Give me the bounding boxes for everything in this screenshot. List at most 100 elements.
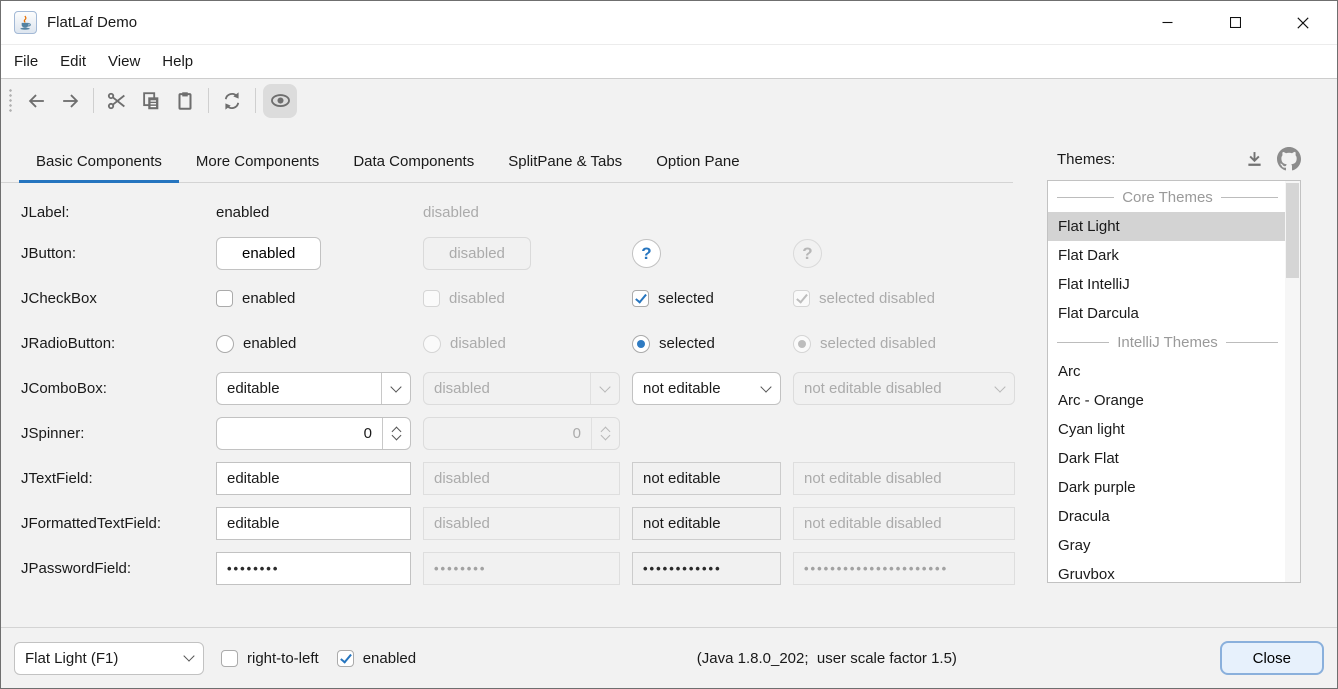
- combobox-editable[interactable]: editable: [216, 372, 411, 405]
- minimize-button[interactable]: [1133, 1, 1201, 44]
- formattedtextfield-not-editable: not editable: [632, 507, 781, 540]
- enabled-checkbox[interactable]: [337, 650, 354, 667]
- bottombar: Flat Light (F1) right-to-left enabled (J…: [1, 627, 1337, 688]
- jlabel-label: JLabel:: [21, 204, 204, 221]
- checkbox-enabled[interactable]: [216, 290, 233, 307]
- theme-item-gray[interactable]: Gray: [1048, 531, 1285, 560]
- menu-file[interactable]: File: [3, 48, 49, 75]
- themes-header: Themes:: [1047, 148, 1301, 170]
- right-to-left-checkbox[interactable]: [221, 650, 238, 667]
- checkbox-selected[interactable]: [632, 290, 649, 307]
- formattedtextfield-editable[interactable]: editable: [216, 507, 411, 540]
- maximize-button[interactable]: [1201, 1, 1269, 44]
- forward-button[interactable]: [54, 85, 86, 117]
- look-and-feel-combobox[interactable]: Flat Light (F1): [14, 642, 204, 675]
- close-icon: [1297, 17, 1309, 29]
- tab-more-components[interactable]: More Components: [179, 140, 336, 182]
- window-title: FlatLaf Demo: [47, 14, 137, 31]
- main-area: Basic Components More Components Data Co…: [1, 122, 1337, 627]
- themes-panel: Themes: Core Themes Flat Light Flat Dark…: [1013, 122, 1337, 627]
- theme-item-dracula[interactable]: Dracula: [1048, 502, 1285, 531]
- theme-item-flat-intellij[interactable]: Flat IntelliJ: [1048, 270, 1285, 299]
- textfield-editable[interactable]: editable: [216, 462, 411, 495]
- toolbar: [1, 79, 1337, 122]
- menu-view[interactable]: View: [97, 48, 151, 75]
- theme-item-dark-purple[interactable]: Dark purple: [1048, 473, 1285, 502]
- back-button[interactable]: [20, 85, 52, 117]
- help-button[interactable]: ?: [632, 239, 661, 268]
- cut-button[interactable]: [101, 85, 133, 117]
- tab-splitpane-tabs[interactable]: SplitPane & Tabs: [491, 140, 639, 182]
- themes-scrollbar[interactable]: [1285, 181, 1300, 582]
- tab-option-pane[interactable]: Option Pane: [639, 140, 756, 182]
- combobox-disabled: disabled: [423, 372, 620, 405]
- formattedtextfield-disabled: disabled: [423, 507, 620, 540]
- theme-item-flat-light[interactable]: Flat Light: [1048, 212, 1285, 241]
- toolbar-separator: [255, 88, 256, 113]
- toolbar-separator: [93, 88, 94, 113]
- toolbar-separator: [208, 88, 209, 113]
- jpasswordfield-label: JPasswordField:: [21, 560, 204, 577]
- copy-icon: [140, 90, 162, 112]
- theme-item-cyan-light[interactable]: Cyan light: [1048, 415, 1285, 444]
- tab-data-components[interactable]: Data Components: [336, 140, 491, 182]
- spinner-arrows[interactable]: [383, 428, 410, 439]
- theme-item-gruvbox[interactable]: Gruvbox: [1048, 560, 1285, 583]
- combobox-not-editable[interactable]: not editable: [632, 372, 781, 405]
- refresh-button[interactable]: [216, 85, 248, 117]
- close-button[interactable]: Close: [1220, 641, 1324, 675]
- jlabel-disabled: disabled: [423, 204, 479, 221]
- jtextfield-row: JTextField: editable disabled not editab…: [21, 456, 1013, 501]
- tab-basic-components[interactable]: Basic Components: [19, 140, 179, 182]
- spinner-enabled[interactable]: 0: [216, 417, 411, 450]
- jcombobox-row: JComboBox: editable disabled not editabl…: [21, 366, 1013, 411]
- refresh-icon: [221, 90, 243, 112]
- java-app-icon: [14, 11, 37, 34]
- passwordfield-not-editable-disabled: ••••••••••••••••••••••: [793, 552, 1015, 585]
- jpasswordfield-row: JPasswordField: •••••••• •••••••• ••••••…: [21, 546, 1013, 591]
- minimize-icon: [1162, 17, 1173, 28]
- theme-item-arc[interactable]: Arc: [1048, 357, 1285, 386]
- chevron-down-icon: [390, 381, 401, 392]
- arrow-right-icon: [59, 90, 82, 112]
- jbutton-label: JButton:: [21, 245, 204, 262]
- jcheckbox-label: JCheckBox: [21, 290, 204, 307]
- jbutton-enabled[interactable]: enabled: [216, 237, 321, 270]
- themes-group-separator: Core Themes: [1048, 183, 1285, 212]
- component-rows: JLabel: enabled disabled JButton: enable…: [1, 183, 1013, 591]
- jformattedtextfield-row: JFormattedTextField: editable disabled n…: [21, 501, 1013, 546]
- menu-help[interactable]: Help: [151, 48, 204, 75]
- radio-disabled: [423, 335, 441, 353]
- themes-group-separator: IntelliJ Themes: [1048, 328, 1285, 357]
- passwordfield-editable[interactable]: ••••••••: [216, 552, 411, 585]
- checkbox-disabled: [423, 290, 440, 307]
- theme-item-dark-flat[interactable]: Dark Flat: [1048, 444, 1285, 473]
- theme-item-arc-orange[interactable]: Arc - Orange: [1048, 386, 1285, 415]
- radio-selected[interactable]: [632, 335, 650, 353]
- themes-scrollbar-thumb[interactable]: [1286, 183, 1299, 278]
- copy-button[interactable]: [135, 85, 167, 117]
- checkbox-selected-disabled: [793, 290, 810, 307]
- combobox-not-editable-disabled: not editable disabled: [793, 372, 1015, 405]
- status-text: (Java 1.8.0_202; user scale factor 1.5): [434, 650, 1220, 667]
- toolbar-grip[interactable]: [9, 88, 12, 114]
- paste-icon: [174, 90, 196, 112]
- titlebar: FlatLaf Demo: [1, 1, 1337, 45]
- theme-item-flat-darcula[interactable]: Flat Darcula: [1048, 299, 1285, 328]
- radio-selected-disabled: [793, 335, 811, 353]
- cut-icon: [106, 90, 128, 112]
- radio-enabled[interactable]: [216, 335, 234, 353]
- download-icon[interactable]: [1244, 149, 1265, 170]
- paste-button[interactable]: [169, 85, 201, 117]
- show-hidden-toggle-button[interactable]: [263, 84, 297, 118]
- chevron-down-icon: [183, 650, 194, 661]
- menu-edit[interactable]: Edit: [49, 48, 97, 75]
- themes-label: Themes:: [1057, 151, 1115, 168]
- passwordfield-not-editable: ••••••••••••: [632, 552, 781, 585]
- github-icon[interactable]: [1277, 147, 1301, 171]
- eye-icon: [269, 90, 292, 112]
- theme-item-flat-dark[interactable]: Flat Dark: [1048, 241, 1285, 270]
- menubar: File Edit View Help: [1, 45, 1337, 79]
- close-window-button[interactable]: [1269, 1, 1337, 44]
- maximize-icon: [1230, 17, 1241, 28]
